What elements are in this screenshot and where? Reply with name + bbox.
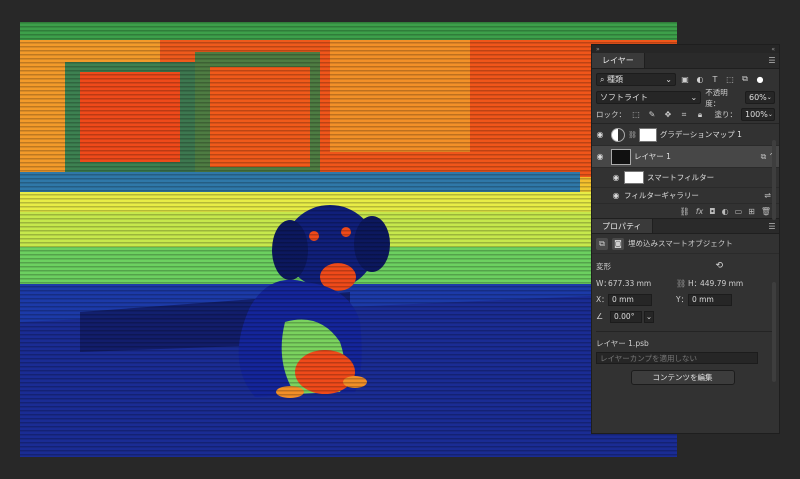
layers-menu-icon[interactable]: ☰ <box>765 53 779 68</box>
trash-icon[interactable]: 🗑︎ <box>761 207 771 216</box>
chevron-down-icon: ⌄ <box>766 94 772 101</box>
lock-all-icon[interactable]: 🔒︎ <box>694 109 706 121</box>
y-field[interactable]: 0 mm <box>688 293 732 306</box>
layer-name: レイヤー 1 <box>634 152 671 161</box>
layers-bottom-toolbar: ⛓ fx ◘ ◐ ▭ ⊞ 🗑︎ <box>592 204 779 218</box>
layer-comp-select[interactable]: レイヤーカンプを適用しない <box>596 352 758 364</box>
properties-tabbar: プロパティ ☰ <box>592 218 779 234</box>
edit-contents-row: コンテンツを編集 <box>592 365 779 389</box>
adjustment-filter-icon[interactable]: ◐ <box>694 73 706 85</box>
link-layers-icon[interactable]: ⛓ <box>680 207 690 216</box>
fill-label: 塗り： <box>714 110 738 119</box>
size-row: W： 677.33 mm ⛓ H： 449.79 mm <box>596 278 744 288</box>
filter-options-icon[interactable]: ⇌ <box>764 191 771 200</box>
link-icon: ⛓ <box>628 130 637 139</box>
smart-filter-badge-icon: ⧉ <box>760 151 767 161</box>
file-name-row: レイヤー 1.psb <box>592 335 779 351</box>
properties-body: ⧉ ◙ 埋め込みスマートオブジェクト 変形 ⟲ W： 677.33 mm ⛓ H… <box>592 234 779 416</box>
chevron-down-icon: ⌄ <box>665 74 672 84</box>
layer-row-layer-1[interactable]: ◉ レイヤー 1 ⧉ ⌃ <box>592 146 779 168</box>
position-row: X： 0 mm Y： 0 mm <box>592 291 779 308</box>
filter-mask-thumbnail[interactable] <box>624 171 644 184</box>
edit-contents-button[interactable]: コンテンツを編集 <box>630 369 735 385</box>
object-type-label: 埋め込みスマートオブジェクト <box>628 239 733 248</box>
mask-icon: ◙ <box>612 237 624 250</box>
angle-field[interactable]: 0.00° <box>610 310 642 323</box>
layers-tabbar: レイヤー ☰ <box>592 53 779 69</box>
link-proportions-icon[interactable]: ⛓ <box>676 279 688 288</box>
shape-filter-icon[interactable]: ⬚ <box>724 73 736 85</box>
chevron-down-icon: ⌄ <box>767 111 773 118</box>
transform-header: 変形 ⟲ <box>592 257 779 275</box>
lock-paint-icon[interactable]: ✎ <box>646 109 658 121</box>
blend-row: ソフトライト ⌄ 不透明度： 60% ⌄ <box>592 87 779 108</box>
smart-object-thumbnail[interactable] <box>611 148 631 165</box>
smart-object-icon: ⧉ <box>596 237 608 250</box>
angle-dropdown[interactable]: ⌄ <box>644 310 654 323</box>
layer-mask-thumbnail[interactable] <box>638 127 657 142</box>
filter-kind-select[interactable]: ⌕ 種類 ⌄ <box>596 72 676 86</box>
height-value[interactable]: 449.79 mm <box>700 279 743 288</box>
fx-icon[interactable]: fx <box>696 207 704 216</box>
document-canvas[interactable] <box>20 22 677 457</box>
search-icon: ⌕ <box>600 74 605 84</box>
collapse-right-icon[interactable]: « <box>771 46 775 53</box>
lock-row: ロック： ⬚ ✎ ✥ ⌗ 🔒︎ 塗り： 100% ⌄ <box>592 106 779 123</box>
layer-name: グラデーションマップ 1 <box>659 130 742 139</box>
adjustment-layer-icon <box>611 127 625 142</box>
eye-icon[interactable]: ◉ <box>608 173 624 182</box>
type-filter-icon[interactable]: T <box>709 73 721 85</box>
layer-row-smart-filter[interactable]: ◉ スマートフィルター <box>592 168 779 188</box>
new-layer-icon[interactable]: ⊞ <box>748 207 755 216</box>
layer-name: スマートフィルター <box>647 173 715 182</box>
lock-transparent-icon[interactable]: ⬚ <box>630 109 642 121</box>
tab-layers[interactable]: レイヤー <box>592 53 645 68</box>
scanline-overlay <box>20 22 677 457</box>
lock-artboard-icon[interactable]: ⌗ <box>678 109 690 121</box>
eye-icon[interactable]: ◉ <box>592 130 608 139</box>
tab-properties[interactable]: プロパティ <box>592 219 653 233</box>
panel-dock: » « レイヤー ☰ ⌕ 種類 ⌄ ▣ ◐ T ⬚ ⧉ ● ソフトライト ⌄ 不… <box>591 44 780 434</box>
layer-name: フィルターギャラリー <box>624 191 699 200</box>
chevron-down-icon: ⌄ <box>690 93 698 102</box>
pixel-filter-icon[interactable]: ▣ <box>679 73 691 85</box>
object-type-row: ⧉ ◙ 埋め込みスマートオブジェクト <box>592 234 779 254</box>
panel-topbar: » « <box>592 45 779 53</box>
lock-label: ロック： <box>596 110 626 119</box>
properties-scrollbar[interactable] <box>772 282 776 382</box>
fill-field[interactable]: 100% ⌄ <box>741 108 775 121</box>
smart-object-filter-icon[interactable]: ⧉ <box>739 73 751 85</box>
blend-mode-select[interactable]: ソフトライト ⌄ <box>596 91 702 104</box>
layer-filter-row: ⌕ 種類 ⌄ ▣ ◐ T ⬚ ⧉ ● <box>592 69 779 89</box>
opacity-field[interactable]: 60% ⌄ <box>745 91 775 104</box>
width-value[interactable]: 677.33 mm <box>608 279 676 288</box>
new-adjustment-icon[interactable]: ◐ <box>722 207 729 216</box>
lock-position-icon[interactable]: ✥ <box>662 109 674 121</box>
linked-file-name: レイヤー 1.psb <box>596 338 649 348</box>
angle-row: ∠ 0.00° ⌄ <box>592 308 779 325</box>
angle-icon: ∠ <box>596 312 604 321</box>
layer-row-gradient-map[interactable]: ◉ ⛓ グラデーションマップ 1 <box>592 124 779 146</box>
add-mask-icon[interactable]: ◘ <box>709 207 715 216</box>
layer-row-filter-gallery[interactable]: ◉ フィルターギャラリー ⇌ <box>592 188 779 204</box>
chevron-down-icon: ⌄ <box>645 312 653 321</box>
transform-label: 変形 <box>596 261 611 271</box>
eye-icon[interactable]: ◉ <box>592 152 608 161</box>
comp-row: レイヤーカンプを適用しない <box>592 351 779 365</box>
x-field[interactable]: 0 mm <box>608 293 652 306</box>
properties-menu-icon[interactable]: ☰ <box>765 219 779 233</box>
filter-toggle-icon[interactable]: ● <box>754 73 766 85</box>
reset-transform-icon[interactable]: ⟲ <box>715 261 723 271</box>
opacity-label: 不透明度： <box>705 87 728 108</box>
eye-icon[interactable]: ◉ <box>608 191 624 200</box>
layers-list: ◉ ⛓ グラデーションマップ 1 ◉ レイヤー 1 ⧉ ⌃ ◉ スマートフィルタ… <box>592 124 779 204</box>
layers-scrollbar[interactable] <box>772 140 776 220</box>
collapse-left-icon[interactable]: » <box>596 46 600 53</box>
new-group-icon[interactable]: ▭ <box>735 207 743 216</box>
